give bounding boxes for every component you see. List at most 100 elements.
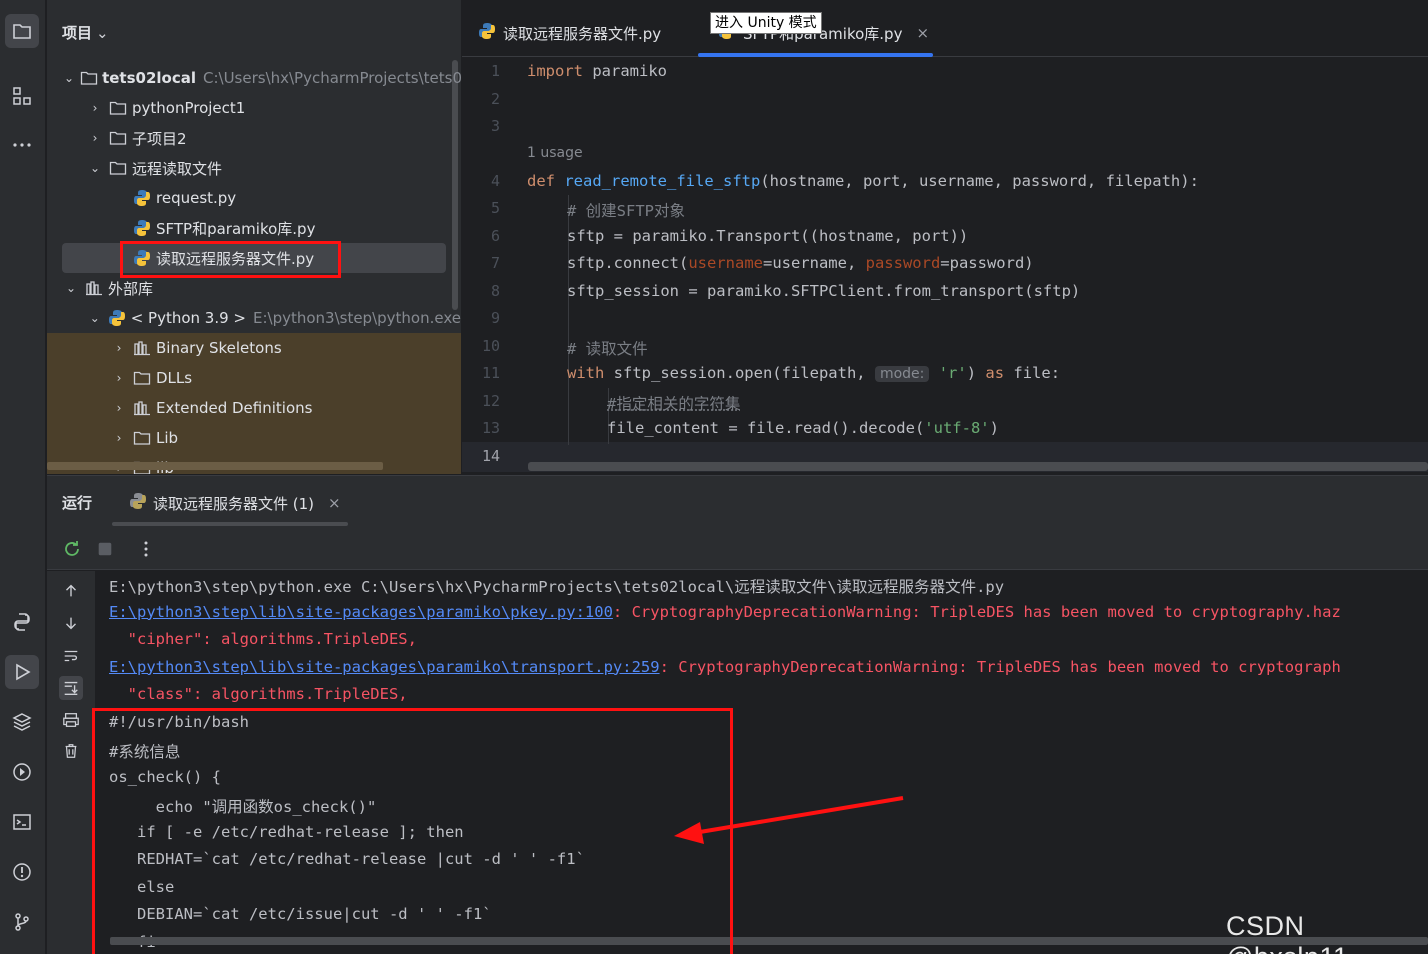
terminal-icon[interactable]: [5, 805, 39, 839]
tree-item[interactable]: ⌄ < Python 3.9 > E:\python3\step\python.ex…: [47, 303, 461, 333]
layers-icon[interactable]: [5, 705, 39, 739]
code-line-6[interactable]: sftp = paramiko.Transport((hostname, por…: [567, 227, 968, 245]
code-line-4[interactable]: def read_remote_file_sftp(hostname, port…: [527, 172, 1199, 190]
code-text: =password): [940, 254, 1033, 272]
code-text: file:: [1004, 364, 1060, 382]
close-icon[interactable]: ×: [916, 24, 929, 42]
run-icon[interactable]: [5, 655, 39, 689]
tree-item-label: 远程读取文件: [132, 158, 222, 179]
code-text: (hostname, port, username, password, fil…: [760, 172, 1199, 190]
scroll-to-end-icon[interactable]: [59, 676, 83, 700]
line-number: 14: [462, 447, 500, 465]
services-icon[interactable]: [5, 755, 39, 789]
run-panel-header: 运行 读取远程服务器文件 (1) ×: [47, 476, 1428, 526]
python-console-icon[interactable]: [5, 605, 39, 639]
line-number: 12: [462, 392, 500, 410]
named-param: username: [688, 254, 763, 272]
code-line-8[interactable]: sftp_session = paramiko.SFTPClient.from_…: [567, 282, 1080, 300]
tree-item-path: C:\Users\hx\PycharmProjects\tets02: [203, 69, 461, 87]
tab-read-remote-file[interactable]: 读取远程服务器文件.py: [478, 20, 661, 46]
tree-item-label: Lib: [156, 429, 178, 447]
python-file-icon: [478, 22, 496, 44]
file-link[interactable]: E:\python3\step\lib\site-packages\parami…: [109, 658, 660, 676]
print-icon[interactable]: [59, 708, 83, 732]
tree-item[interactable]: › 子项目2: [47, 123, 461, 153]
line-number: 5: [462, 199, 500, 217]
function-name: read_remote_file_sftp: [564, 172, 760, 190]
project-title-label: 项目: [62, 24, 92, 42]
run-config-tab[interactable]: 读取远程服务器文件 (1) ×: [129, 492, 341, 514]
code-line-10[interactable]: # 读取文件: [567, 337, 648, 359]
rerun-icon[interactable]: [61, 538, 83, 560]
folder-icon: [132, 429, 152, 447]
structure-icon[interactable]: [5, 79, 39, 113]
tree-item-label: pythonProject1: [132, 99, 245, 117]
code-text: ): [990, 419, 999, 437]
arrow-up-icon[interactable]: [59, 579, 83, 603]
git-icon[interactable]: [5, 905, 39, 939]
line-number-gutter: 1 2 3 4 5 6 7 8 9 10 11 12 13 14: [462, 57, 524, 474]
arrow-down-icon[interactable]: [59, 611, 83, 635]
tree-item[interactable]: ⌄ 远程读取文件: [47, 153, 461, 183]
code-line-13[interactable]: file_content = file.read().decode('utf-8…: [607, 419, 999, 437]
tree-item[interactable]: › Extended Definitions: [47, 393, 461, 423]
line-number: 3: [462, 117, 500, 135]
tree-item-path: E:\python3\step\python.exe: [253, 309, 461, 327]
close-icon[interactable]: ×: [328, 494, 341, 512]
soft-wrap-icon[interactable]: [59, 644, 83, 668]
console-output-line: "class": algorithms.TripleDES,: [109, 685, 408, 703]
warning-text: : CryptographyDeprecationWarning: Triple…: [660, 658, 1341, 676]
line-number: 13: [462, 419, 500, 437]
chevron-right-icon[interactable]: ›: [112, 431, 126, 445]
tree-item[interactable]: SFTP和paramiko库.py: [47, 213, 461, 243]
chevron-right-icon[interactable]: ›: [112, 401, 126, 415]
run-panel-title: 运行: [62, 492, 92, 513]
tree-item-label: SFTP和paramiko库.py: [156, 218, 315, 239]
more-tools-icon[interactable]: [5, 128, 39, 162]
code-line-7[interactable]: sftp.connect(username=username, password…: [567, 254, 1034, 272]
code-line-12[interactable]: #指定相关的字符集: [607, 392, 740, 414]
project-panel-title[interactable]: 项目 ⌄: [62, 22, 109, 43]
editor-horizontal-scrollbar[interactable]: [528, 462, 1428, 471]
left-tool-window-bar: [0, 0, 46, 954]
code-line-5[interactable]: # 创建SFTP对象: [567, 199, 685, 221]
problems-icon[interactable]: [5, 855, 39, 889]
usage-hint[interactable]: 1 usage: [527, 145, 583, 161]
code-editor: 读取远程服务器文件.py SFTP和paramiko库.py × 进入 Unit…: [462, 0, 1428, 474]
trash-icon[interactable]: [59, 739, 83, 763]
line-number: 1: [462, 62, 500, 80]
chevron-down-icon[interactable]: ⌄: [88, 161, 102, 175]
tree-item[interactable]: › Lib: [47, 423, 461, 453]
chevron-down-icon[interactable]: ⌄: [64, 281, 78, 295]
stop-icon[interactable]: [94, 538, 116, 560]
code-line-11[interactable]: with sftp_session.open(filepath, mode: '…: [567, 364, 1060, 382]
project-folder-icon[interactable]: [5, 14, 39, 48]
tree-item[interactable]: › pythonProject1: [47, 93, 461, 123]
more-options-icon[interactable]: [135, 538, 157, 560]
chevron-down-icon[interactable]: ⌄: [88, 311, 101, 325]
chevron-down-icon[interactable]: ⌄: [64, 71, 74, 85]
chevron-right-icon[interactable]: ›: [112, 371, 126, 385]
project-horizontal-scrollbar[interactable]: [47, 462, 383, 470]
chevron-right-icon[interactable]: ›: [112, 341, 126, 355]
line-number: 10: [462, 337, 500, 355]
run-toolbar: [47, 526, 1428, 570]
tree-item[interactable]: ⌄ tets02local C:\Users\hx\PycharmProjects\…: [47, 63, 461, 93]
active-tab-indicator: [698, 53, 933, 57]
keyword: with: [567, 364, 604, 382]
output-text: E:\python3\step\python.exe C:\Users\hx\P…: [109, 578, 1004, 596]
chevron-right-icon[interactable]: ›: [88, 101, 102, 115]
annotation-highlight-box: [92, 708, 733, 954]
tree-item-label: < Python 3.9 >: [131, 309, 246, 327]
code-text: paramiko: [583, 62, 667, 80]
tree-item-label: Binary Skeletons: [156, 339, 282, 357]
chevron-right-icon[interactable]: ›: [88, 131, 102, 145]
tree-item-label: 子项目2: [132, 128, 187, 149]
line-number: 8: [462, 282, 500, 300]
tree-item[interactable]: › DLLs: [47, 363, 461, 393]
tree-item[interactable]: request.py: [47, 183, 461, 213]
keyword: import: [527, 62, 583, 80]
tree-item[interactable]: › Binary Skeletons: [47, 333, 461, 363]
code-line-1[interactable]: import paramiko: [527, 62, 667, 80]
file-link[interactable]: E:\python3\step\lib\site-packages\parami…: [109, 603, 613, 621]
